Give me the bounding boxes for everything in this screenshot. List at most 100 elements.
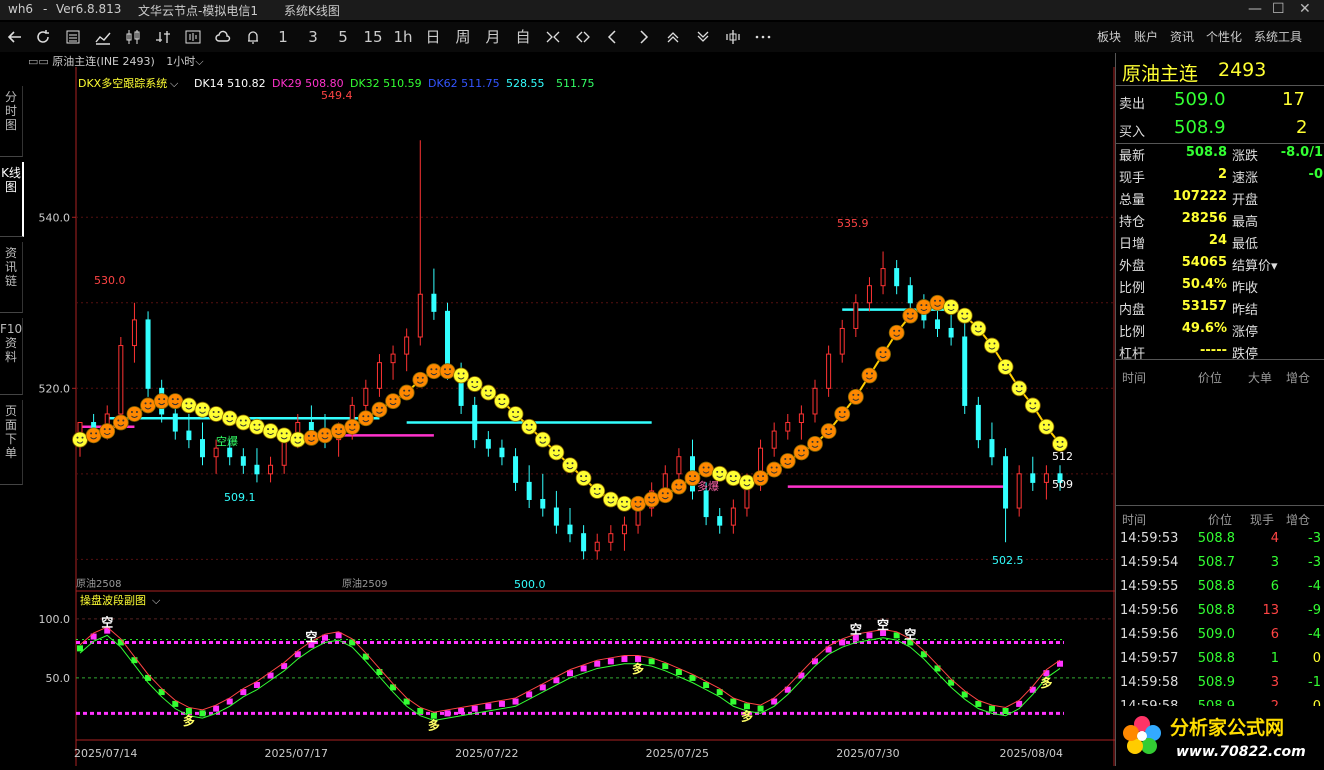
refresh-icon[interactable] — [32, 26, 54, 48]
candle-body — [540, 498, 546, 509]
sub-step — [1002, 708, 1009, 714]
menu-account[interactable]: 账户 — [1134, 28, 1158, 45]
tab-order-label: 页面下单 — [4, 404, 17, 460]
stat-value: 54065 — [1181, 255, 1227, 270]
dkx-marker — [466, 376, 483, 392]
sub-signal-label: 多 — [741, 708, 753, 723]
period-day[interactable]: 日 — [422, 26, 444, 48]
dkx-marker-eye — [947, 304, 950, 307]
crosshair-icon[interactable] — [722, 26, 744, 48]
period-3m[interactable]: 3 — [302, 26, 324, 48]
high-label: 535.9 — [837, 217, 869, 230]
candle-body — [268, 464, 274, 475]
dkx-marker — [725, 470, 742, 487]
tab-kline-label: K线图 — [1, 166, 21, 194]
candle-body — [417, 293, 423, 338]
sub-signal-label: 空 — [904, 626, 916, 641]
candle-body — [254, 464, 260, 475]
tab-order[interactable]: 页面下单 — [0, 400, 23, 485]
dkx-marker-eye — [389, 398, 392, 401]
period-5m[interactable]: 5 — [332, 26, 354, 48]
line-chart-icon[interactable] — [92, 26, 114, 48]
dkx-marker-eye — [457, 372, 460, 375]
main-indicator-name[interactable]: DKX多空跟踪系统 — [78, 76, 167, 90]
sub-step — [607, 658, 614, 665]
high-label: 549.4 — [321, 89, 353, 102]
list-icon[interactable] — [62, 26, 84, 48]
dkx-marker — [984, 337, 1000, 354]
dkx-marker — [194, 401, 211, 418]
tab-f10[interactable]: F10资料 — [0, 318, 23, 395]
x-tick-label: 2025/07/25 — [646, 747, 709, 760]
close-button[interactable]: ✕ — [1299, 1, 1311, 17]
dkx-marker-eye — [680, 483, 683, 486]
dkx-marker-eye — [484, 389, 487, 392]
chevron-down-icon: ⌵ — [170, 77, 179, 90]
sell-row[interactable]: 卖出 509.0 17 — [1116, 87, 1324, 115]
candle-body — [785, 422, 791, 432]
chevron-down-icon[interactable] — [692, 26, 714, 48]
tick-time: 14:59:56 — [1120, 603, 1179, 618]
menu-sector[interactable]: 板块 — [1097, 28, 1121, 45]
stat-value: 49.6% — [1181, 321, 1227, 336]
stat-value: 24 — [1208, 233, 1227, 248]
tab-timeshare[interactable]: 分时图 — [0, 86, 23, 157]
period-1m[interactable]: 1 — [272, 26, 294, 48]
tab-kline[interactable]: K线图 — [0, 162, 24, 237]
dkx-marker-eye — [517, 410, 520, 413]
sub-step — [485, 703, 492, 710]
chevron-up-icon[interactable] — [662, 26, 684, 48]
dkx-marker-eye — [620, 500, 623, 503]
candle-body — [676, 456, 682, 475]
maximize-button[interactable]: ☐ — [1272, 1, 1285, 17]
dkx-marker-eye — [307, 434, 310, 437]
minimize-button[interactable]: — — [1248, 1, 1262, 17]
dkx-marker — [670, 478, 687, 495]
dkx-marker-eye — [961, 312, 964, 315]
dkx-marker — [630, 495, 646, 512]
dkx-marker — [562, 457, 578, 474]
zoom-in-icon[interactable] — [542, 26, 564, 48]
dkx-marker — [303, 430, 320, 446]
indicator-icon[interactable] — [152, 26, 174, 48]
candle-body — [200, 439, 205, 458]
stat-label[interactable]: 结算价▾ — [1232, 255, 1278, 274]
period-1h[interactable]: 1h — [392, 26, 414, 48]
dkx-marker — [752, 470, 769, 487]
sub-step — [417, 708, 424, 714]
period-week[interactable]: 周 — [452, 26, 474, 48]
candle-body — [839, 327, 845, 355]
move-right-icon[interactable] — [632, 26, 654, 48]
tick-oi-change: -1 — [1308, 675, 1321, 690]
bell-icon[interactable] — [242, 26, 264, 48]
tick-price: 508.8 — [1197, 579, 1235, 594]
dkx-marker-eye — [566, 462, 569, 465]
last-label: 512 — [1052, 450, 1073, 463]
dkx-marker-eye — [512, 410, 515, 413]
buy-row[interactable]: 买入 508.9 2 — [1116, 115, 1324, 144]
stat-value: 508.8 — [1185, 145, 1227, 160]
back-arrow-icon[interactable] — [4, 26, 26, 48]
dkx-marker-eye — [734, 475, 737, 478]
tab-timeshare-label: 分时图 — [4, 90, 17, 132]
dkx-marker-eye — [707, 466, 710, 469]
more-icon[interactable] — [752, 26, 774, 48]
sub-indicator-name[interactable]: 操盘波段副图 — [80, 593, 146, 607]
menu-personalize[interactable]: 个性化 — [1206, 28, 1242, 45]
kline-chart[interactable]: 540.0520.0 100.050.0空空多多多空 空空多多2025/07/14… — [24, 67, 1115, 766]
move-left-icon[interactable] — [602, 26, 624, 48]
period-custom[interactable]: 自 — [512, 26, 534, 48]
low-label: 509.1 — [224, 491, 256, 504]
zoom-out-icon[interactable] — [572, 26, 594, 48]
period-month[interactable]: 月 — [482, 26, 504, 48]
menu-news[interactable]: 资讯 — [1170, 28, 1194, 45]
menu-system-tools[interactable]: 系统工具 — [1254, 28, 1302, 45]
tick-row: 14:59:56 508.8 13 -9 — [1116, 603, 1324, 627]
dkx-marker-eye — [816, 440, 819, 443]
period-15m[interactable]: 15 — [362, 26, 384, 48]
cloud-icon[interactable] — [212, 26, 234, 48]
kline-window-icon[interactable] — [182, 26, 204, 48]
tab-newslink[interactable]: 资讯链 — [0, 242, 23, 313]
dkx-marker-eye — [135, 410, 138, 413]
candle-icon[interactable] — [122, 26, 144, 48]
